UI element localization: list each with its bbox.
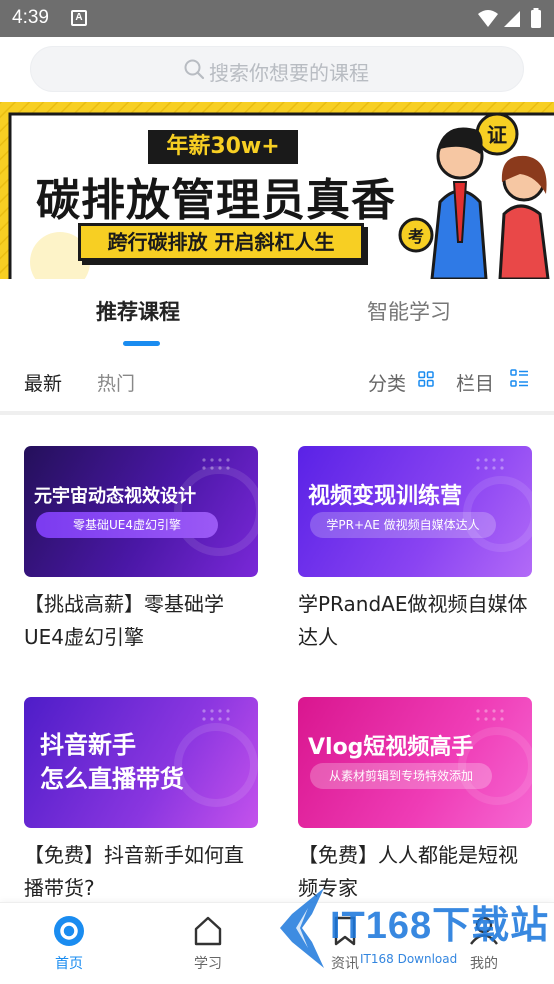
course-title: 学PRandAE做视频自媒体达人 (298, 592, 528, 649)
filter-column[interactable]: 栏目 (456, 369, 494, 396)
course-title: 【挑战高薪】零基础学UE4虚幻引擎 (24, 592, 224, 649)
search-icon (184, 59, 205, 80)
user-icon (470, 916, 498, 945)
banner-badge: 年薪30w+ (148, 130, 298, 164)
notification-icon: A (71, 10, 87, 26)
course-title: 【免费】人人都能是短视频专家 (298, 843, 518, 900)
wifi-icon (478, 10, 498, 27)
section-divider (0, 411, 554, 415)
home-target-icon (54, 916, 84, 946)
filter-category[interactable]: 分类 (368, 369, 406, 396)
search-input[interactable]: 搜索你想要的课程 (30, 46, 524, 92)
thumb-title: 元宇宙动态视效设计 (34, 486, 196, 507)
nav-label: 学习 (194, 956, 222, 972)
status-bar: 4:39 A (0, 0, 554, 37)
dots-decoration (476, 709, 504, 721)
nav-study[interactable]: 学习 (168, 903, 248, 984)
course-thumbnail: Vlog短视频高手 从素材剪辑到专场特效添加 (298, 697, 532, 828)
course-thumbnail: 元宇宙动态视效设计 零基础UE4虚幻引擎 (24, 446, 258, 577)
course-tabs: 推荐课程 智能学习 (0, 279, 554, 349)
search-placeholder: 搜索你想要的课程 (209, 61, 369, 85)
battery-icon (531, 10, 541, 28)
course-thumbnail: 视频变现训练营 学PR+AE 做视频自媒体达人 (298, 446, 532, 577)
nav-label: 资讯 (331, 956, 359, 972)
banner-headline: 碳排放管理员真香 (36, 175, 396, 226)
thumb-title: Vlog短视频高手 (308, 735, 474, 760)
course-thumbnail: 抖音新手 怎么直播带货 (24, 697, 258, 828)
tab-active-indicator (123, 341, 160, 346)
thumb-pill: 零基础UE4虚幻引擎 (36, 512, 218, 538)
house-outline-icon (194, 916, 222, 946)
grid-icon[interactable] (418, 371, 434, 387)
nav-news[interactable]: 资讯 (305, 903, 385, 984)
course-title: 【免费】抖音新手如何直播带货? (24, 843, 244, 900)
tab-smart-learning[interactable]: 智能学习 (367, 296, 451, 326)
filter-latest[interactable]: 最新 (24, 369, 62, 396)
signal-icon (504, 11, 520, 27)
search-bar-area: 搜索你想要的课程 (0, 37, 554, 102)
svg-text:证: 证 (487, 123, 507, 147)
bottom-navigation: 首页 学习 资讯 我的 (0, 902, 554, 984)
promo-banner[interactable]: 证 考 年薪30w+ 碳排放管理员真香 跨行碳排放 开启斜杠人生 (0, 102, 554, 279)
filter-bar: 最新 热门 分类 栏目 (0, 349, 554, 411)
thumb-pill: 学PR+AE 做视频自媒体达人 (310, 512, 496, 538)
thumb-title: 视频变现训练营 (308, 484, 463, 509)
status-icons (478, 8, 541, 28)
filter-hot[interactable]: 热门 (97, 369, 135, 396)
nav-label: 我的 (470, 956, 498, 972)
nav-profile[interactable]: 我的 (444, 903, 524, 984)
thumb-title-line1: 抖音新手 (40, 731, 136, 759)
svg-text:考: 考 (408, 227, 424, 246)
status-time: 4:39 (12, 7, 49, 28)
list-icon[interactable] (510, 369, 529, 388)
tab-recommended-courses[interactable]: 推荐课程 (96, 296, 180, 326)
nav-label: 首页 (55, 956, 83, 972)
dots-decoration (202, 458, 230, 470)
thumb-pill: 从素材剪辑到专场特效添加 (310, 763, 492, 789)
thumb-title-line2: 怎么直播带货 (40, 765, 184, 793)
banner-subtitle: 跨行碳排放 开启斜杠人生 (78, 223, 364, 261)
nav-home[interactable]: 首页 (29, 903, 109, 984)
dots-decoration (476, 458, 504, 470)
dots-decoration (202, 709, 230, 721)
bookmark-icon (334, 916, 356, 946)
